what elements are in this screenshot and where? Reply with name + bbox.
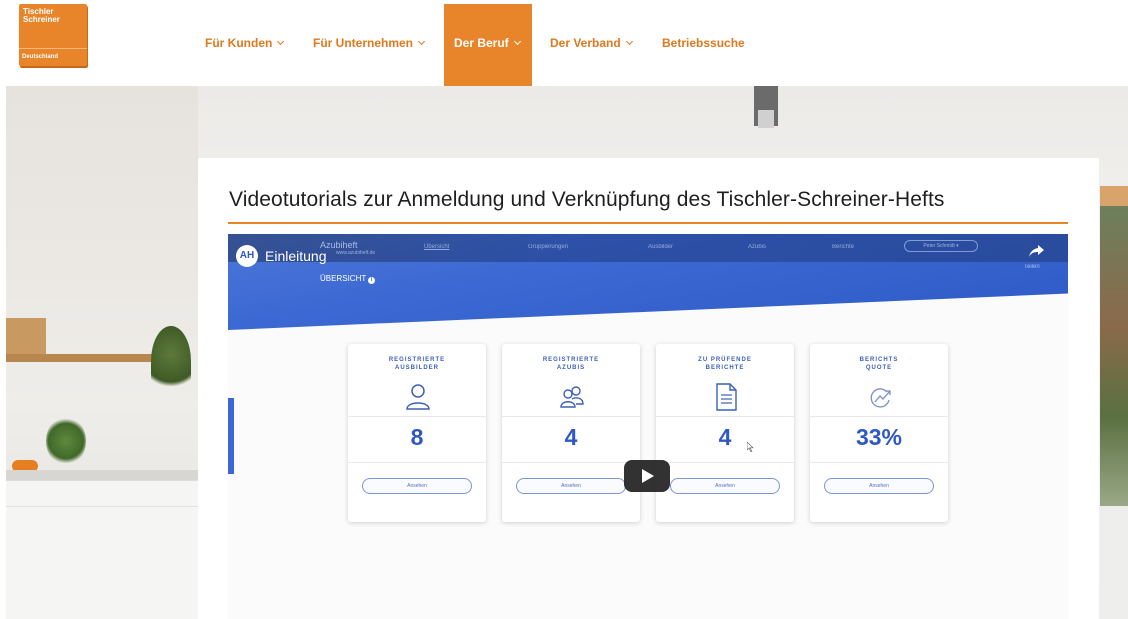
site-header: Tischler Schreiner Deutschland Für Kunde… [0, 0, 1128, 86]
chevron-down-icon [417, 37, 426, 46]
chevron-down-icon [277, 37, 285, 46]
flower-vase [46, 416, 86, 466]
wooden-box [6, 318, 46, 356]
nav-item-der-beruf-active[interactable]: Der Beruf [444, 4, 532, 86]
page-title: Videotutorials zur Anmeldung und Verknüp… [229, 188, 945, 211]
play-icon [642, 469, 654, 483]
stat-label: BERICHTS QUOTE [810, 356, 948, 372]
cabinet-line [6, 506, 198, 507]
stat-value: 8 [410, 424, 424, 450]
stat-card-berichte: ZU PRÜFENDE BERICHTE 4 Ansehen [656, 344, 794, 522]
app-section-title: ÜBERSICHT i [320, 274, 376, 284]
stat-divider [656, 416, 794, 417]
kitchen-counter [6, 470, 198, 480]
stat-value: 4 [564, 424, 578, 450]
stat-card-quote: BERICHTS QUOTE 33% Ansehen [810, 344, 948, 522]
app-nav-berichte: Berichte [832, 244, 855, 250]
stat-divider [348, 462, 486, 463]
users-icon [560, 386, 584, 408]
title-underline [228, 222, 1068, 224]
window-frame [1100, 186, 1128, 206]
view-button: Ansehen [362, 478, 472, 494]
stat-label: ZU PRÜFENDE BERICHTE [656, 356, 794, 372]
stat-card-azubis: REGISTRIERTE AZUBIS 4 Ansehen [502, 344, 640, 522]
nav-item-label: Für Kunden [205, 36, 273, 50]
nav-item-label: Betriebssuche [662, 36, 745, 50]
logo-line-2: Schreiner [23, 15, 60, 24]
stat-divider [502, 462, 640, 463]
logo-line-3: Deutschland [22, 54, 59, 60]
stat-divider [656, 462, 794, 463]
share-label: Teilen [1024, 264, 1040, 270]
chevron-down-icon [513, 37, 521, 46]
play-button[interactable] [624, 460, 670, 492]
app-nav-azubis: Azubis [748, 244, 767, 250]
stat-value: 4 [718, 424, 732, 450]
wooden-shelf [6, 354, 156, 362]
video-side-accent [228, 398, 234, 474]
nav-item-der-beruf[interactable]: Der Beruf [454, 36, 521, 50]
page: Tischler Schreiner Deutschland Für Kunde… [0, 0, 1128, 619]
app-nav-uebersicht: Übersicht [424, 244, 450, 250]
content-card: Videotutorials zur Anmeldung und Verknüp… [198, 158, 1099, 619]
chart-trend-icon [870, 388, 891, 408]
azubiheft-logo-icon[interactable]: AH [236, 245, 258, 267]
nav-item-fuer-unternehmen[interactable]: Für Unternehmen [313, 36, 426, 50]
stat-label: REGISTRIERTE AZUBIS [502, 356, 640, 372]
nav-item-label: Der Beruf [454, 36, 509, 50]
nav-item-label: Der Verband [550, 36, 621, 50]
app-brand-sub: www.azubiheft.de [336, 250, 376, 256]
view-button: Ansehen [670, 478, 780, 494]
stat-label-line-1: ZU PRÜFENDE [698, 357, 752, 363]
hanging-plant [151, 326, 191, 396]
app-section-label: ÜBERSICHT [320, 274, 367, 283]
kitchen-cabinet [6, 480, 198, 619]
app-brand: Azubiheft [320, 240, 358, 250]
window-sill [1100, 506, 1128, 619]
nav-item-betriebssuche[interactable]: Betriebssuche [662, 36, 745, 50]
app-user-button: Peter Schmidt ▾ [904, 240, 978, 252]
stat-label-line-2: QUOTE [865, 365, 893, 371]
stat-divider [348, 416, 486, 417]
nav-item-fuer-kunden[interactable]: Für Kunden [205, 36, 285, 50]
stat-label: REGISTRIERTE AUSBILDER [348, 356, 486, 372]
info-icon: i [368, 277, 376, 284]
stat-label-line-1: REGISTRIERTE [542, 357, 600, 363]
embedded-video-player[interactable]: AH Einleitung Azubiheft www.azubiheft.de… [228, 234, 1068, 619]
stat-label-line-2: AZUBIS [556, 365, 586, 371]
stat-label-line-2: BERICHTE [705, 365, 745, 371]
app-nav-gruppierungen: Gruppierungen [528, 244, 569, 250]
view-button: Ansehen [516, 478, 626, 494]
site-logo[interactable]: Tischler Schreiner Deutschland [19, 4, 87, 66]
app-nav-ausbilder: Ausbilder [648, 244, 674, 250]
stat-label-line-1: BERICHTS [859, 357, 899, 363]
document-icon [716, 383, 737, 411]
stat-divider [810, 462, 948, 463]
view-button: Ansehen [824, 478, 934, 494]
stat-card-ausbilder: REGISTRIERTE AUSBILDER 8 Ansehen [348, 344, 486, 522]
logo-divider [19, 48, 87, 49]
window-view [1100, 206, 1128, 506]
stat-divider [810, 416, 948, 417]
stat-label-line-2: AUSBILDER [394, 365, 439, 371]
nav-item-der-verband[interactable]: Der Verband [550, 36, 633, 50]
stat-label-line-1: REGISTRIERTE [388, 357, 446, 363]
video-title[interactable]: Einleitung [265, 248, 327, 264]
user-icon [406, 384, 430, 410]
stat-value: 33% [855, 424, 903, 450]
lamp-base [758, 110, 774, 128]
share-icon[interactable] [1028, 242, 1046, 260]
stat-divider [502, 416, 640, 417]
mouse-cursor-icon [747, 442, 754, 452]
chevron-down-icon [625, 37, 633, 46]
nav-item-label: Für Unternehmen [313, 36, 414, 50]
